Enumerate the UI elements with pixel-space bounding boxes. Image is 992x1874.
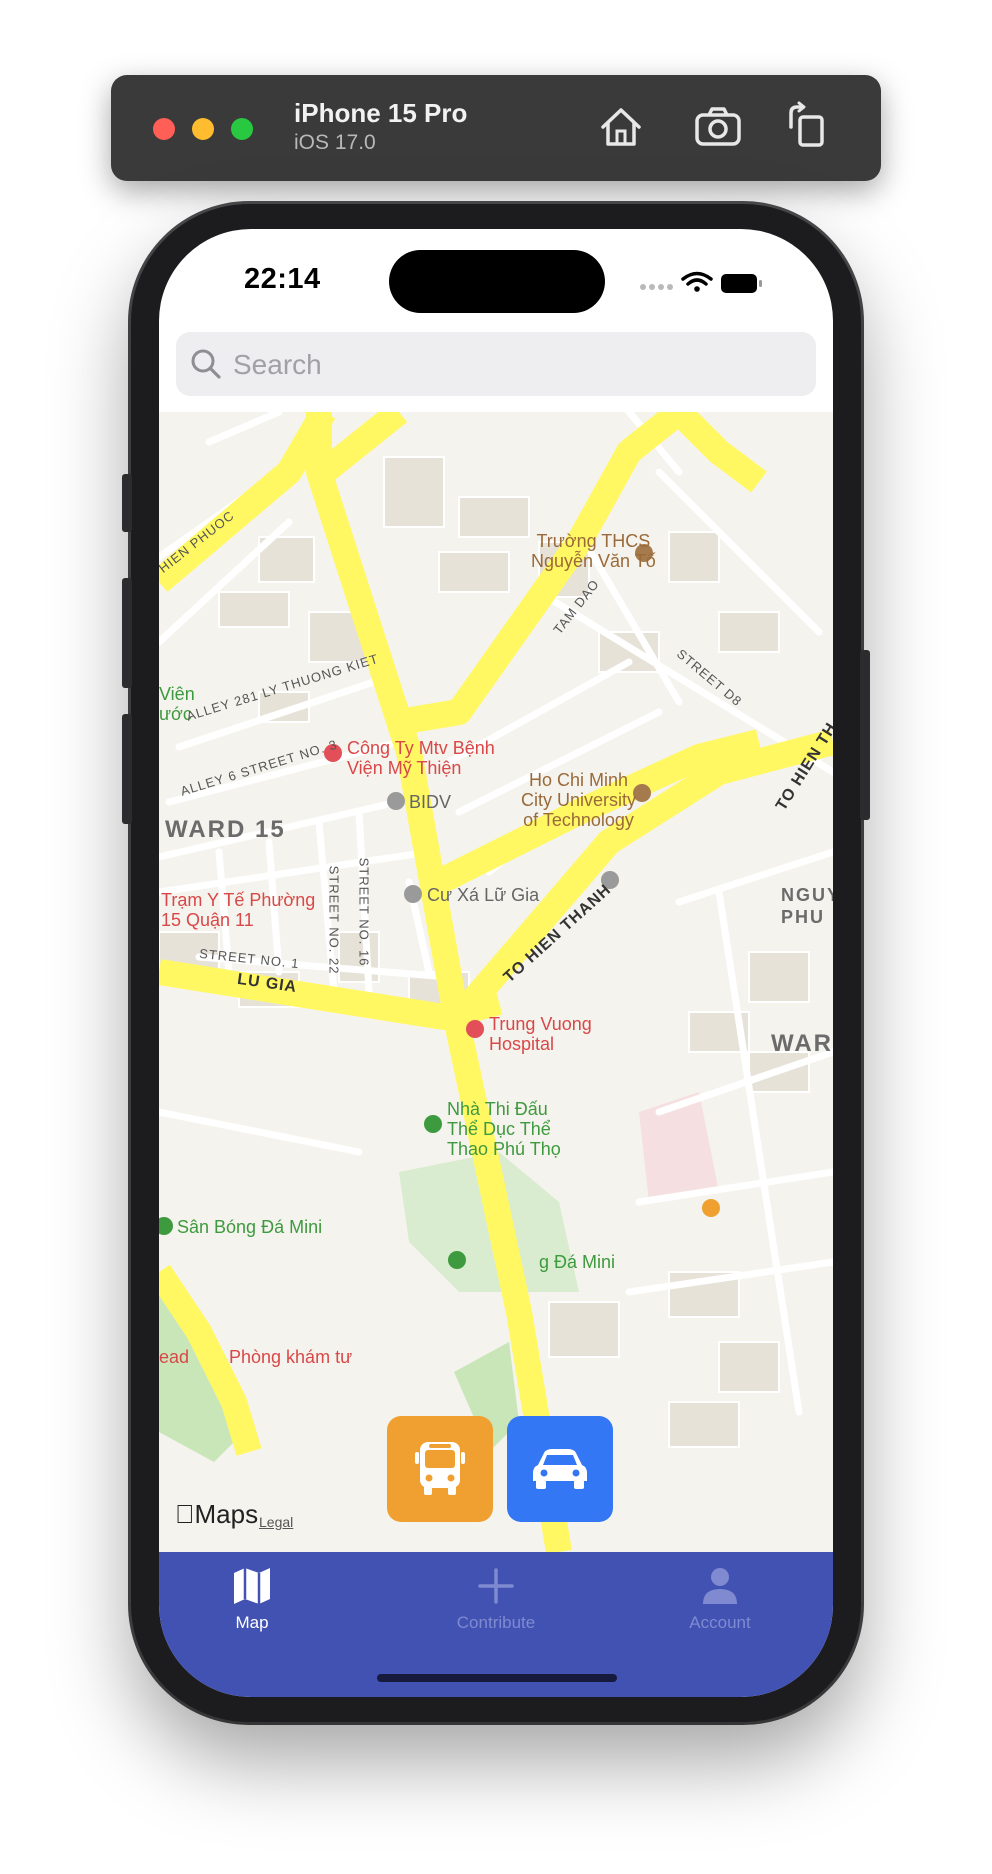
poi-label-bidv[interactable]: BIDV	[409, 792, 451, 812]
car-mode-button[interactable]	[507, 1416, 613, 1522]
search-bar[interactable]	[176, 332, 816, 398]
bus-mode-button[interactable]	[387, 1416, 493, 1522]
search-icon	[191, 349, 221, 379]
cafe-icon	[702, 1199, 720, 1217]
field-icon	[159, 1217, 173, 1235]
field-icon	[448, 1251, 466, 1269]
battery-icon	[721, 274, 762, 293]
car-icon	[533, 1449, 587, 1489]
area-label-nguyen: NGUYPHU	[781, 885, 833, 927]
tab-contribute-label: Contribute	[456, 1613, 536, 1632]
street-label-street-16: STREET NO. 16	[356, 857, 372, 967]
phone-screen: 22:14 Search Trường THCS Nguyễn Văn Tố C…	[159, 229, 833, 1697]
status-indicators	[640, 271, 762, 293]
plus-icon	[478, 1568, 514, 1604]
poi-label-mini-field-2[interactable]: g Đá Mini	[539, 1252, 615, 1272]
action-button	[122, 474, 132, 532]
bank-icon	[387, 792, 405, 810]
map-icon	[234, 1568, 270, 1604]
hospital-icon	[466, 1020, 484, 1038]
area-label-ward: WARD	[771, 1030, 833, 1057]
wifi-icon	[681, 271, 713, 292]
apple-logo-icon: 	[175, 1499, 195, 1529]
home-indicator[interactable]	[377, 1674, 617, 1682]
dynamic-island	[389, 250, 605, 313]
person-icon	[703, 1568, 737, 1604]
tab-account-label: Account	[689, 1613, 751, 1632]
search-input[interactable]	[231, 332, 795, 398]
rotate-icon[interactable]	[781, 101, 833, 153]
simulator-toolbar: iPhone 15 Pro iOS 17.0	[111, 75, 881, 181]
minimize-window-button[interactable]	[192, 118, 214, 140]
map-view[interactable]: Trường THCS Nguyễn Văn Tố Công Ty Mtv Bện…	[159, 412, 833, 1552]
close-window-button[interactable]	[153, 118, 175, 140]
tab-account[interactable]: Account	[630, 1552, 810, 1652]
tab-map[interactable]: Map	[162, 1552, 342, 1652]
stadium-icon	[424, 1115, 442, 1133]
screenshot-icon[interactable]	[692, 101, 744, 153]
home-icon[interactable]	[595, 101, 647, 153]
poi-label-trung-vuong-hospital[interactable]: Trung Vuong Hospital	[489, 1014, 592, 1054]
poi-label-mini-field[interactable]: Sân Bóng Đá Mini	[177, 1217, 322, 1237]
poi-label-clinic-prefix: ead	[159, 1347, 190, 1367]
poi-label-clinic[interactable]: Phòng khám tư	[229, 1347, 352, 1367]
tab-bar: Map Contribute Account	[159, 1552, 833, 1697]
poi-label-university[interactable]: Ho Chi Minh City University of Technology	[521, 770, 636, 830]
volume-up-button	[122, 578, 132, 688]
zoom-window-button[interactable]	[231, 118, 253, 140]
tab-contribute[interactable]: Contribute	[406, 1552, 586, 1652]
poi-label-hospital-my-thien[interactable]: Công Ty Mtv Bệnh Viện Mỹ Thiện	[347, 738, 495, 778]
os-version: iOS 17.0	[294, 131, 376, 154]
volume-down-button	[122, 714, 132, 824]
poi-label-school[interactable]: Trường THCS Nguyễn Văn Tố	[531, 531, 656, 571]
legal-link[interactable]: Legal	[259, 1514, 293, 1530]
apple-maps-logo: Maps	[175, 1499, 258, 1529]
poi-label-health-station[interactable]: Trạm Y Tế Phường 15 Quận 11	[161, 890, 315, 930]
bus-icon	[415, 1442, 465, 1495]
residence-icon	[404, 885, 422, 903]
status-time: 22:14	[244, 263, 321, 295]
area-label-ward-15: WARD 15	[165, 816, 286, 843]
device-name: iPhone 15 Pro	[294, 98, 468, 128]
tab-map-label: Map	[235, 1613, 269, 1632]
street-label-street-22: STREET NO. 22	[326, 865, 342, 975]
power-button	[860, 650, 870, 820]
poi-label-cu-xa-lu-gia[interactable]: Cư Xá Lữ Gia	[427, 885, 539, 905]
cellular-signal-icon	[640, 284, 673, 290]
poi-label-stadium[interactable]: Nhà Thi Đấu Thể Dục Thể Thao Phú Thọ	[447, 1099, 561, 1159]
